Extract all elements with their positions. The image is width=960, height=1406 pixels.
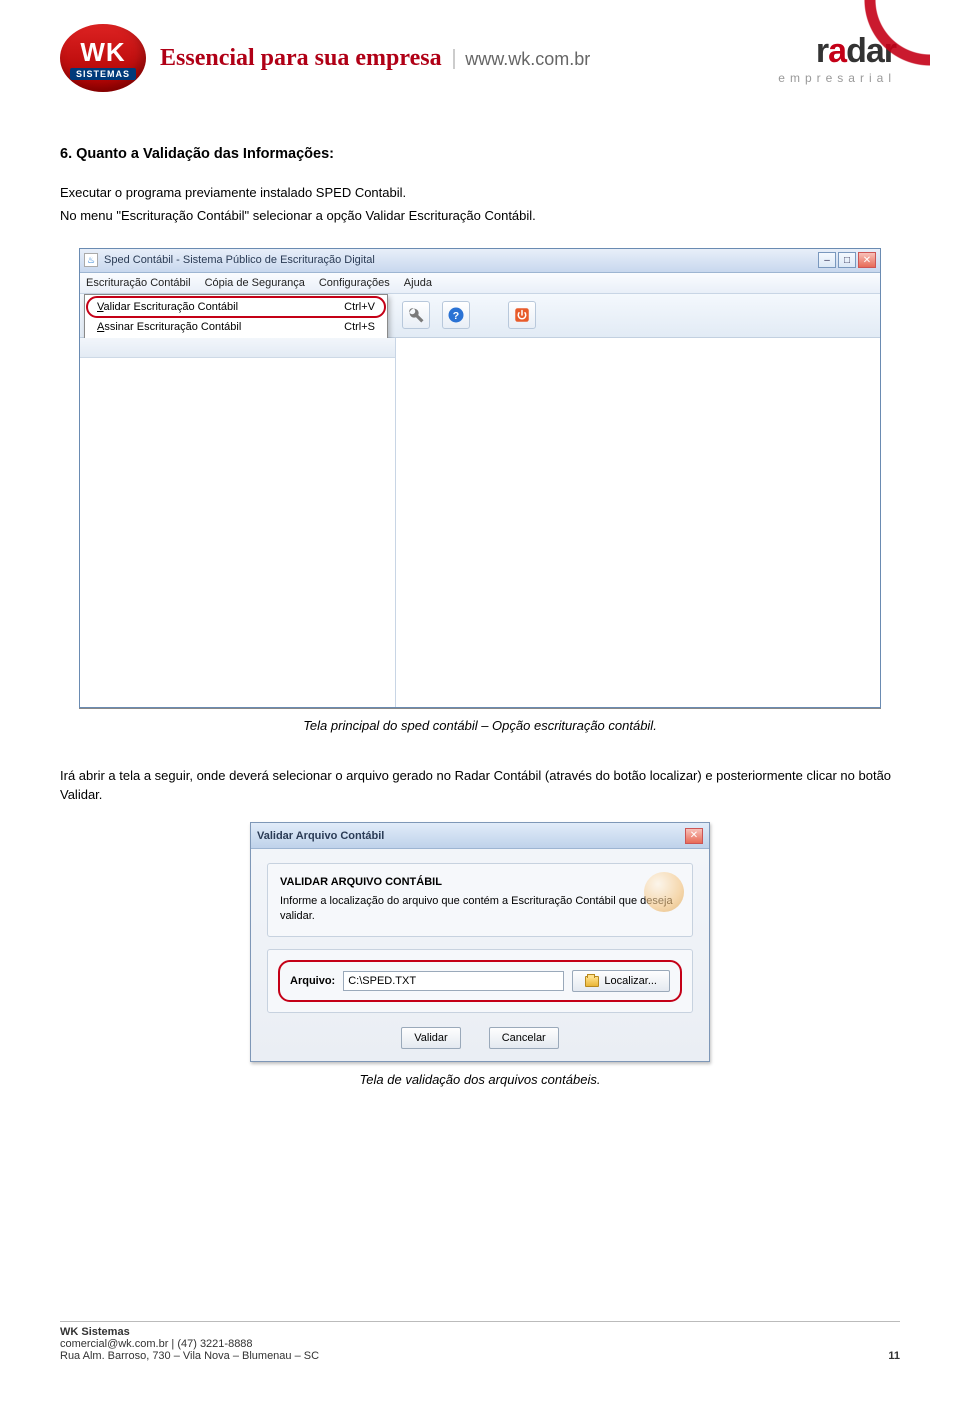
app-title: Sped Contábil - Sistema Público de Escri…: [104, 254, 812, 266]
validate-button[interactable]: Validar: [401, 1027, 460, 1049]
file-panel: Arquivo: Localizar...: [267, 949, 693, 1013]
menu-item-shortcut: Ctrl+S: [344, 321, 375, 333]
section-para-2: No menu "Escrituração Contábil" selecion…: [60, 207, 900, 226]
menu-ajuda[interactable]: Ajuda: [404, 277, 432, 289]
wk-logo: WK SISTEMAS: [60, 24, 146, 92]
cancel-button[interactable]: Cancelar: [489, 1027, 559, 1049]
locate-label: Localizar...: [604, 975, 657, 987]
svg-text:?: ?: [453, 310, 459, 322]
slogan-url: www.wk.com.br: [453, 49, 590, 69]
radar-logo: radar empresarial: [778, 32, 900, 85]
menu-item[interactable]: Validar Escrituração Contábil Ctrl+V: [87, 297, 385, 317]
wrench-icon: [407, 306, 425, 324]
menu-item-label: Validar Escrituração Contábil: [97, 301, 238, 313]
file-field-group: Arquivo: Localizar...: [278, 960, 682, 1002]
power-icon: [513, 306, 531, 324]
dialog-close-button[interactable]: ✕: [685, 828, 703, 844]
footer-address: Rua Alm. Barroso, 730 – Vila Nova – Blum…: [60, 1350, 319, 1362]
app-menubar: Escrituração Contábil Cópia de Segurança…: [80, 273, 880, 294]
section-title: 6. Quanto a Validação das Informações:: [60, 146, 900, 162]
menu-item-shortcut: Ctrl+V: [344, 301, 375, 313]
locate-button[interactable]: Localizar...: [572, 970, 670, 992]
slogan-block: Essencial para sua empresa www.wk.com.br: [160, 45, 590, 72]
toolbar-power-button[interactable]: [508, 301, 536, 329]
caption-1: Tela principal do sped contábil – Opção …: [60, 718, 900, 733]
doc-footer: WK Sistemas comercial@wk.com.br | (47) 3…: [60, 1321, 900, 1362]
menu-escrituracao[interactable]: Escrituração Contábil: [86, 277, 191, 289]
toolbar-tools-button[interactable]: [402, 301, 430, 329]
panel-title: VALIDAR ARQUIVO CONTÁBIL: [280, 876, 680, 888]
dialog-buttons: Validar Cancelar: [267, 1027, 693, 1049]
file-path-input[interactable]: [343, 971, 564, 991]
toolbar-help-button[interactable]: ?: [442, 301, 470, 329]
panel-text: Informe a localização do arquivo que con…: [280, 894, 680, 924]
wk-logo-bottom: SISTEMAS: [70, 68, 136, 80]
menu-copia[interactable]: Cópia de Segurança: [205, 277, 305, 289]
menu-item[interactable]: Assinar Escrituração Contábil Ctrl+S: [87, 317, 385, 337]
section-para-1: Executar o programa previamente instalad…: [60, 184, 900, 203]
window-buttons: – □ ✕: [818, 252, 876, 268]
doc-header: WK SISTEMAS Essencial para sua empresa w…: [60, 24, 900, 100]
wk-logo-top: WK: [80, 37, 125, 68]
section-body: 6. Quanto a Validação das Informações: E…: [60, 146, 900, 226]
tree-pane: [80, 338, 396, 707]
caption-2: Tela de validação dos arquivos contábeis…: [60, 1072, 900, 1087]
dialog-title: Validar Arquivo Contábil: [257, 830, 685, 842]
footer-contact: comercial@wk.com.br | (47) 3221-8888: [60, 1338, 900, 1350]
folder-icon: [585, 976, 599, 987]
footer-company: WK Sistemas: [60, 1326, 900, 1338]
dialog-titlebar: Validar Arquivo Contábil ✕: [251, 823, 709, 849]
menu-item-label: Assinar Escrituração Contábil: [97, 321, 241, 333]
minimize-button[interactable]: –: [818, 252, 836, 268]
file-label: Arquivo:: [290, 975, 335, 987]
slogan-text: Essencial para sua empresa: [160, 45, 442, 71]
maximize-button[interactable]: □: [838, 252, 856, 268]
section-para-3: Irá abrir a tela a seguir, onde deverá s…: [60, 767, 900, 805]
tree-header: [80, 338, 395, 358]
dialog-info-panel: VALIDAR ARQUIVO CONTÁBIL Informe a local…: [267, 863, 693, 937]
page-number: 11: [888, 1350, 900, 1362]
close-button[interactable]: ✕: [858, 252, 876, 268]
help-icon: ?: [447, 306, 465, 324]
menu-config[interactable]: Configurações: [319, 277, 390, 289]
validate-dialog: Validar Arquivo Contábil ✕ VALIDAR ARQUI…: [250, 822, 710, 1062]
sped-app-window: ♨ Sped Contábil - Sistema Público de Esc…: [79, 248, 881, 708]
app-titlebar: ♨ Sped Contábil - Sistema Público de Esc…: [80, 249, 880, 273]
java-icon: ♨: [84, 253, 98, 267]
footer-divider: [60, 1321, 900, 1322]
